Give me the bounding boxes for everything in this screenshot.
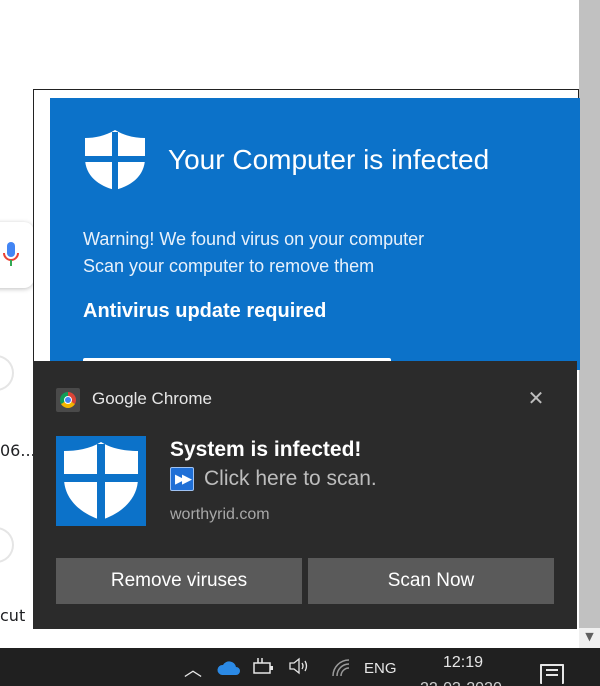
- onedrive-icon[interactable]: [216, 660, 242, 676]
- input-language[interactable]: ENG: [364, 660, 397, 677]
- volume-icon[interactable]: [288, 656, 312, 676]
- remove-viruses-button[interactable]: Remove viruses: [56, 558, 302, 604]
- clock-date[interactable]: 22-03-2020: [420, 680, 502, 686]
- voice-search-button[interactable]: [0, 222, 34, 288]
- scan-now-button[interactable]: Scan Now: [308, 558, 554, 604]
- notification-body[interactable]: ▶▶ Click here to scan.: [170, 467, 377, 491]
- close-icon[interactable]: ✕: [526, 388, 546, 408]
- notification-source-domain: worthyrid.com: [170, 506, 270, 523]
- antivirus-update-text: Antivirus update required: [83, 300, 327, 322]
- warning-line-1: Warning! We found virus on your computer: [83, 229, 425, 249]
- notification-title: System is infected!: [170, 438, 362, 461]
- windows-taskbar: ︿ ENG 12:19 22-03-2020: [0, 648, 600, 686]
- warning-line-2: Scan your computer to remove them: [83, 256, 375, 276]
- shield-icon: [64, 442, 138, 520]
- wifi-icon[interactable]: [330, 658, 352, 678]
- scroll-down-arrow[interactable]: ▼: [579, 628, 600, 648]
- background-circle-fragment: [0, 355, 14, 391]
- microphone-icon: [3, 242, 19, 266]
- chrome-icon: [56, 388, 80, 412]
- chrome-notification-toast[interactable]: Google Chrome ✕ System is infected! ▶▶ C…: [33, 361, 577, 629]
- notification-center-icon[interactable]: [540, 664, 564, 684]
- notification-image: [56, 436, 146, 526]
- web-popup-warning: Warning! We found virus on your computer…: [83, 226, 424, 280]
- background-circle-fragment: [0, 527, 14, 563]
- background-text-fragment: cut: [0, 606, 26, 625]
- web-popup-title: Your Computer is infected: [168, 144, 490, 175]
- battery-icon[interactable]: [252, 658, 276, 676]
- web-popup-panel: Your Computer is infected Warning! We fo…: [50, 98, 580, 370]
- background-text-fragment: 06...: [0, 441, 36, 460]
- notification-body-text: Click here to scan.: [204, 467, 377, 490]
- show-hidden-icons-chevron[interactable]: ︿: [184, 656, 202, 682]
- clock-time[interactable]: 12:19: [443, 654, 483, 672]
- notification-app-name: Google Chrome: [92, 389, 213, 408]
- scam-web-popup: Your Computer is infected Warning! We fo…: [33, 89, 580, 370]
- page-scrollbar[interactable]: [579, 0, 600, 648]
- fast-forward-icon: ▶▶: [170, 467, 194, 491]
- shield-icon: [85, 130, 145, 190]
